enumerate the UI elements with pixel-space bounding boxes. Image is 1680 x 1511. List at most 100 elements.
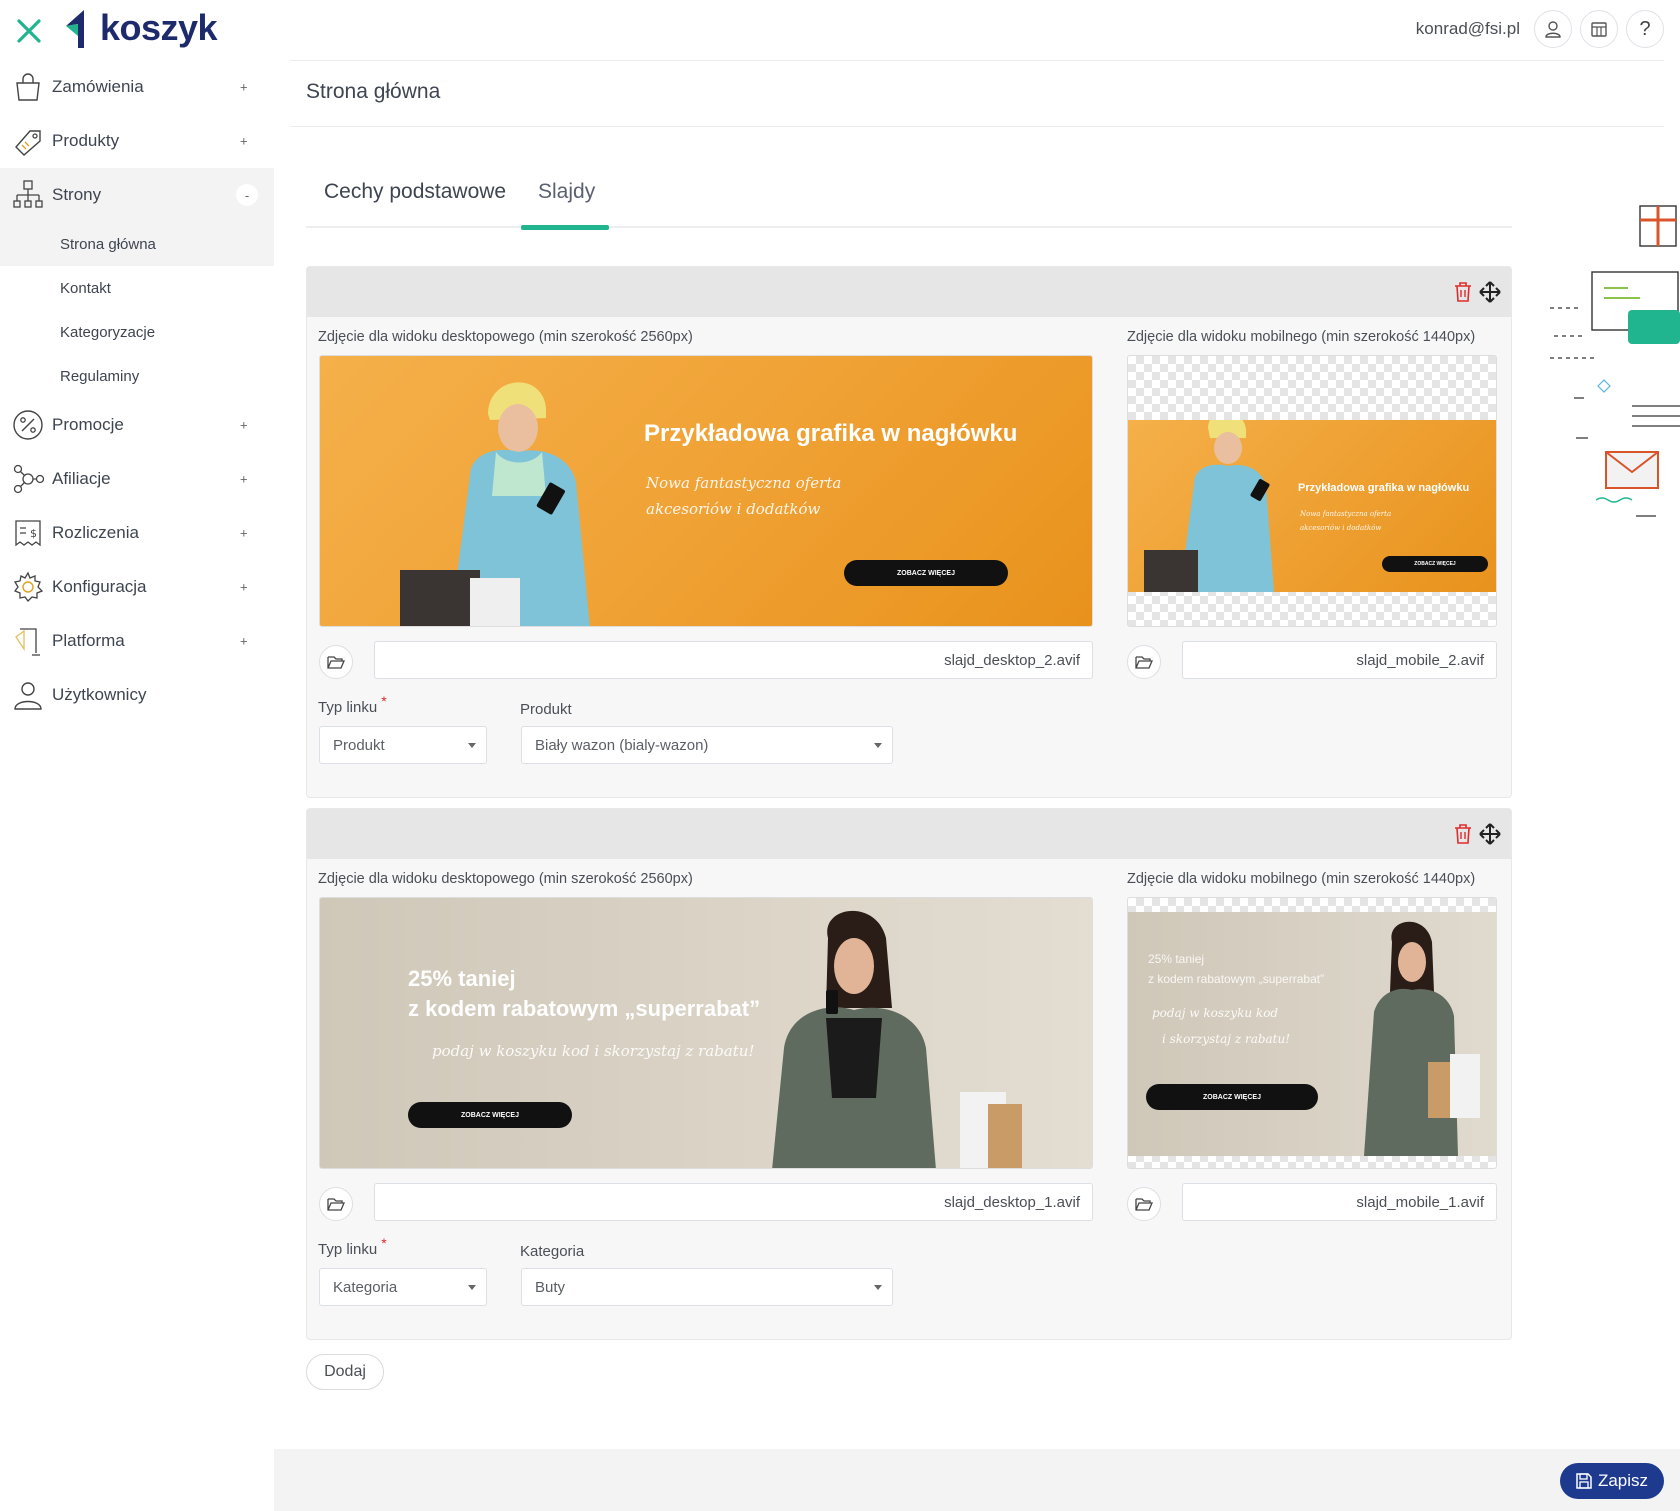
selected-value: Biały wazon (bialy-wazon) (535, 736, 709, 754)
banner-script-line: podaj w koszyku kod i skorzystaj z rabat… (432, 1042, 755, 1060)
mobile-browse-button[interactable] (1127, 645, 1161, 679)
sidebar-item-zamowienia[interactable]: Zamówienia + (0, 60, 274, 114)
sidebar-item-label: Platforma (52, 631, 125, 650)
expand-toggle[interactable]: + (240, 418, 248, 433)
mobile-banner-headline-line1: 25% taniej (1148, 952, 1205, 966)
sidebar-item-afiliacje[interactable]: Afiliacje + (0, 452, 274, 506)
link-type-label: Typ linku * (318, 693, 387, 716)
trash-icon[interactable] (1453, 823, 1473, 845)
add-slide-button[interactable]: Dodaj (306, 1354, 384, 1390)
desktop-browse-button[interactable] (319, 645, 353, 679)
trash-icon[interactable] (1453, 281, 1473, 303)
sidebar-item-platforma[interactable]: Platforma + (0, 614, 274, 668)
folder-icon (327, 656, 345, 669)
mobile-banner-script-line2: i skorzystaj z rabatu! (1162, 1032, 1291, 1046)
desktop-file-input[interactable]: slajd_desktop_1.avif (374, 1183, 1093, 1221)
desktop-image-preview: 25% taniej z kodem rabatowym „superrabat… (319, 897, 1093, 1169)
sidebar-item-uzytkownicy[interactable]: Użytkownicy (0, 668, 274, 722)
sidebar-item-label: Użytkownicy (52, 685, 147, 704)
product-select[interactable]: Biały wazon (bialy-wazon) (521, 726, 893, 764)
required-asterisk: * (381, 693, 387, 709)
desktop-file-input[interactable]: slajd_desktop_2.avif (374, 641, 1093, 679)
slide-card-2: Zdjęcie dla widoku desktopowego (min sze… (306, 808, 1512, 1340)
link-type-select[interactable]: Produkt (319, 726, 487, 764)
move-icon[interactable] (1479, 823, 1501, 845)
category-select[interactable]: Buty (521, 1268, 893, 1306)
expand-toggle[interactable]: + (240, 134, 248, 149)
model-illustration (772, 910, 1022, 1168)
sidebar: Zamówienia + Produkty + Strony - Strona … (0, 60, 274, 722)
chevron-down-icon (468, 1285, 476, 1290)
user-profile-button[interactable] (1534, 10, 1572, 48)
logo-icon (66, 10, 84, 48)
desktop-browse-button[interactable] (319, 1187, 353, 1221)
tab-slajdy[interactable]: Slajdy (538, 180, 595, 204)
mobile-banner-headline: Przykładowa grafika w nagłówku (1298, 482, 1470, 494)
subnav-item-regulaminy[interactable]: Regulaminy (0, 354, 274, 398)
user-email: konrad@fsi.pl (1415, 19, 1520, 38)
selected-value: Produkt (333, 736, 385, 754)
slide-card-1: Zdjęcie dla widoku desktopowego (min sze… (306, 266, 1512, 798)
platform-icon (10, 623, 46, 659)
subnav-item-kategoryzacje[interactable]: Kategoryzacje (0, 310, 274, 354)
desktop-image-label: Zdjęcie dla widoku desktopowego (min sze… (318, 329, 693, 345)
gear-icon (10, 569, 46, 605)
help-button[interactable]: ? (1626, 10, 1664, 48)
banner-headline-line1: 25% taniej (408, 966, 516, 991)
chevron-down-icon (468, 743, 476, 748)
expand-toggle[interactable]: + (240, 580, 248, 595)
mobile-banner-script-line1: Nowa fantastyczna oferta (1300, 510, 1392, 518)
expand-toggle[interactable]: + (240, 80, 248, 95)
network-icon (10, 461, 46, 497)
selected-value: Kategoria (333, 1278, 398, 1296)
mobile-file-input[interactable]: slajd_mobile_2.avif (1182, 641, 1497, 679)
mobile-image-preview: 25% taniej z kodem rabatowym „superrabat… (1127, 897, 1497, 1169)
sidebar-item-strony[interactable]: Strony - (0, 168, 274, 222)
mobile-image-label: Zdjęcie dla widoku mobilnego (min szerok… (1127, 871, 1476, 887)
decorative-illustration (1550, 205, 1680, 517)
target-label: Kategoria (520, 1243, 585, 1260)
tag-icon (10, 123, 46, 159)
sidebar-item-produkty[interactable]: Produkty + (0, 114, 274, 168)
floppy-disk-icon (1576, 1473, 1592, 1489)
shopping-bag-icon (10, 69, 46, 105)
mobile-file-input[interactable]: slajd_mobile_1.avif (1182, 1183, 1497, 1221)
subnav-item-strona-glowna[interactable]: Strona główna (0, 222, 274, 266)
folder-icon (327, 1198, 345, 1211)
banner-script-line1: Nowa fantastyczna oferta (646, 474, 842, 492)
store-button[interactable] (1580, 10, 1618, 48)
slide-header (307, 267, 1511, 317)
expand-toggle[interactable]: + (240, 526, 248, 541)
collapse-toggle[interactable]: - (236, 184, 258, 206)
invoice-icon: $ (10, 515, 46, 551)
required-asterisk: * (381, 1235, 387, 1251)
link-type-select[interactable]: Kategoria (319, 1268, 487, 1306)
desktop-image-label: Zdjęcie dla widoku desktopowego (min sze… (318, 871, 693, 887)
expand-toggle[interactable]: + (240, 472, 248, 487)
mobile-banner-script-line1: podaj w koszyku kod (1152, 1006, 1279, 1020)
sidebar-item-rozliczenia[interactable]: $ Rozliczenia + (0, 506, 274, 560)
store-icon (1591, 22, 1607, 37)
mobile-image-preview: Przykładowa grafika w nagłówku Nowa fant… (1127, 355, 1497, 627)
users-icon (10, 677, 46, 713)
expand-toggle[interactable]: + (240, 634, 248, 649)
percent-icon (10, 407, 46, 443)
close-icon[interactable] (12, 14, 46, 48)
sidebar-item-promocje[interactable]: Promocje + (0, 398, 274, 452)
sidebar-item-konfiguracja[interactable]: Konfiguracja + (0, 560, 274, 614)
sidebar-item-label: Afiliacje (52, 469, 111, 488)
move-icon[interactable] (1479, 281, 1501, 303)
tab-bar: Cechy podstawowe Slajdy (306, 170, 1512, 230)
subnav-item-kontakt[interactable]: Kontakt (0, 266, 274, 310)
top-right-toolbar: konrad@fsi.pl ? (1416, 10, 1664, 48)
banner-script-line2: akcesoriów i dodatków (646, 500, 821, 518)
mobile-browse-button[interactable] (1127, 1187, 1161, 1221)
save-button[interactable]: Zapisz (1560, 1463, 1664, 1499)
chevron-down-icon (874, 743, 882, 748)
sidebar-item-label: Strony (52, 185, 102, 204)
tab-cechy-podstawowe[interactable]: Cechy podstawowe (324, 180, 506, 204)
sidebar-item-label: Promocje (52, 415, 124, 434)
user-icon (1545, 21, 1561, 38)
folder-icon (1135, 656, 1153, 669)
strony-submenu: Strona główna Kontakt Kategoryzacje Regu… (0, 222, 274, 398)
